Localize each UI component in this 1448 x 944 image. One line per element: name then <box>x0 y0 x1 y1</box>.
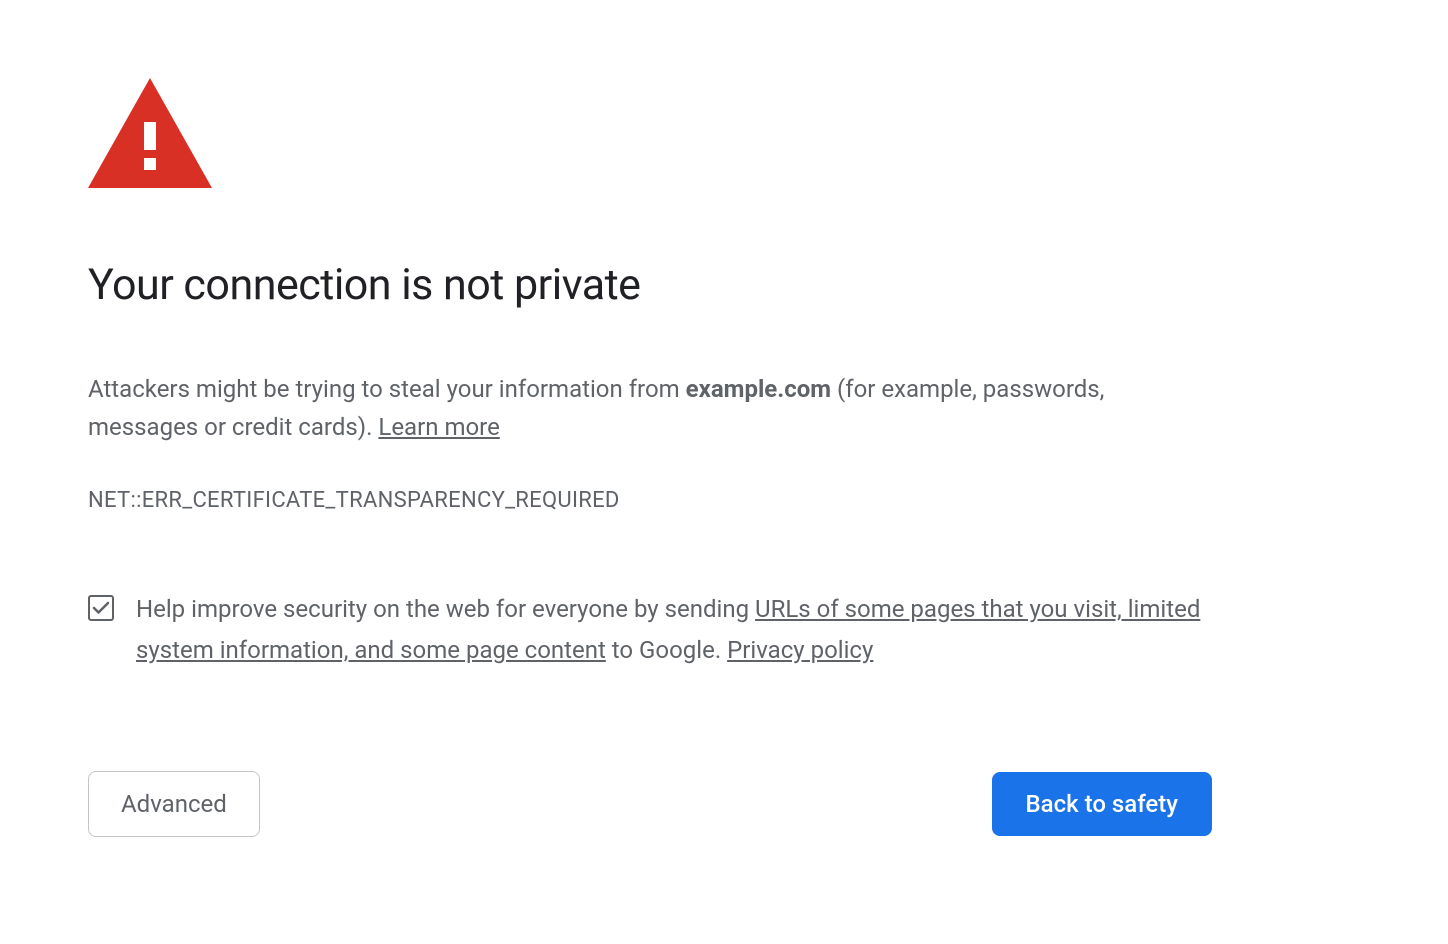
interstitial-container: Your connection is not private Attackers… <box>0 0 1300 837</box>
optin-text: Help improve security on the web for eve… <box>136 589 1212 671</box>
advanced-button[interactable]: Advanced <box>88 771 260 837</box>
privacy-policy-link[interactable]: Privacy policy <box>727 636 873 664</box>
optin-middle: to Google. <box>606 636 727 664</box>
attack-domain: example.com <box>686 375 831 403</box>
warning-triangle-icon <box>88 78 1212 188</box>
button-row: Advanced Back to safety <box>88 771 1212 837</box>
page-title: Your connection is not private <box>88 260 1212 312</box>
back-to-safety-button[interactable]: Back to safety <box>992 772 1212 836</box>
error-code: NET::ERR_CERTIFICATE_TRANSPARENCY_REQUIR… <box>88 488 1212 513</box>
message-prefix: Attackers might be trying to steal your … <box>88 375 686 403</box>
warning-message: Attackers might be trying to steal your … <box>88 370 1212 447</box>
optin-checkbox[interactable] <box>88 595 114 621</box>
optin-prefix: Help improve security on the web for eve… <box>136 595 755 623</box>
learn-more-link[interactable]: Learn more <box>378 413 499 441</box>
optin-row: Help improve security on the web for eve… <box>88 589 1212 671</box>
